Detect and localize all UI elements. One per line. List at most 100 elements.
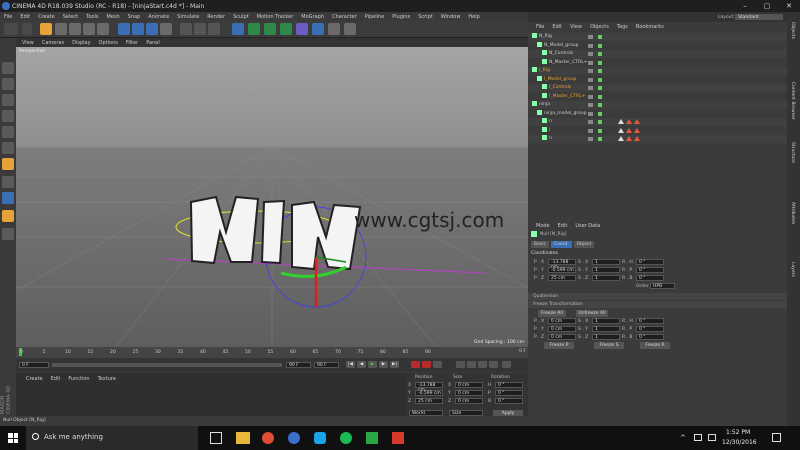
object-row[interactable]: N_Rig <box>528 33 787 41</box>
value-field[interactable]: 1 <box>592 267 620 273</box>
object-row[interactable]: n <box>528 118 787 126</box>
object-row[interactable]: N_Master_CTRL+ <box>528 58 787 67</box>
camtasia-icon[interactable] <box>366 432 378 444</box>
menu-render[interactable]: Render <box>207 14 225 20</box>
object-row[interactable]: I_Rig <box>528 67 787 75</box>
right-tab-structure[interactable]: Structure <box>790 142 795 163</box>
polygons-mode-icon[interactable] <box>2 142 14 154</box>
enabled-check-icon[interactable] <box>598 69 602 73</box>
object-menu-edit[interactable]: Edit <box>552 24 562 30</box>
model-mode-icon[interactable] <box>2 78 14 90</box>
axis-mode-icon[interactable] <box>2 158 14 170</box>
value-field[interactable]: 0 ° <box>636 259 664 265</box>
visibility-dots-icon[interactable] <box>588 60 593 65</box>
close-button[interactable]: ✕ <box>778 0 800 12</box>
value-field[interactable]: 1 <box>592 326 620 332</box>
clock-time[interactable]: 1:52 PM <box>726 429 750 436</box>
enabled-check-icon[interactable] <box>598 77 602 82</box>
viewport-menu-panel[interactable]: Panel <box>146 40 160 46</box>
make-editable-icon[interactable] <box>2 62 14 74</box>
value-field[interactable]: -0.599 cm <box>548 267 576 273</box>
move-icon[interactable] <box>55 23 67 35</box>
object-row[interactable]: ninja_model_group <box>528 109 787 118</box>
viewport-menu-options[interactable]: Options <box>99 40 118 46</box>
edges-mode-icon[interactable] <box>2 126 14 138</box>
coord-value-field[interactable]: 0 cm <box>455 382 483 388</box>
y-axis-lock-icon[interactable] <box>132 23 144 35</box>
menu-sculpt[interactable]: Sculpt <box>233 14 249 20</box>
timeline-menu-icon[interactable] <box>502 361 511 368</box>
enabled-check-icon[interactable] <box>598 52 602 56</box>
enabled-check-icon[interactable] <box>598 137 602 141</box>
tag-icon[interactable] <box>634 119 640 124</box>
task-view-icon[interactable] <box>210 432 222 444</box>
preview-range-slider[interactable] <box>52 363 282 367</box>
maximize-button[interactable]: ▢ <box>756 0 778 12</box>
render-view-icon[interactable] <box>180 23 192 35</box>
menu-file[interactable]: File <box>4 14 12 20</box>
file-explorer-icon[interactable] <box>236 432 250 444</box>
enabled-check-icon[interactable] <box>598 94 602 99</box>
visibility-dots-icon[interactable] <box>588 94 593 99</box>
autokey-icon[interactable] <box>422 361 431 368</box>
go-to-end-button[interactable]: ▶| <box>390 361 399 368</box>
tag-icon[interactable] <box>618 127 624 133</box>
spotify-icon[interactable] <box>340 432 352 444</box>
keyframe-selection-icon[interactable] <box>433 361 442 368</box>
value-field[interactable]: 25 cm <box>548 275 576 281</box>
value-field[interactable]: 1 <box>592 334 620 340</box>
freeze-all-button[interactable]: Freeze All <box>538 310 566 317</box>
redo-button[interactable] <box>22 23 32 35</box>
network-icon[interactable] <box>694 434 702 441</box>
visibility-dots-icon[interactable] <box>588 86 593 90</box>
next-frame-button[interactable]: ▶ <box>379 361 388 368</box>
enabled-check-icon[interactable] <box>598 128 602 133</box>
render-settings-icon[interactable] <box>208 23 220 35</box>
bend-icon[interactable] <box>296 23 308 35</box>
material-menu-texture[interactable]: Texture <box>98 376 116 382</box>
perspective-viewport[interactable]: www.cgtsj.com Perspective Grid Spacing :… <box>16 47 528 347</box>
tag-icon[interactable] <box>626 119 632 124</box>
live-selection-icon[interactable] <box>40 23 52 35</box>
attribute-menu-edit[interactable]: Edit <box>558 223 568 229</box>
scale-key-icon[interactable] <box>467 361 476 368</box>
cube-icon[interactable] <box>232 23 244 35</box>
subdivision-icon[interactable] <box>264 23 276 35</box>
object-row[interactable]: N_Model_group <box>528 41 787 50</box>
position-key-icon[interactable] <box>456 361 465 368</box>
tab-coord[interactable]: Coord. <box>550 241 572 248</box>
lock-workplane-icon[interactable] <box>2 228 14 240</box>
viewport-menu-view[interactable]: View <box>22 40 34 46</box>
right-tab-objects[interactable]: Objects <box>790 22 795 39</box>
menu-mesh[interactable]: Mesh <box>106 14 119 20</box>
value-field[interactable]: 1 <box>592 318 620 324</box>
coord-value-field[interactable]: 0 cm <box>455 390 483 396</box>
material-menu-edit[interactable]: Edit <box>51 376 61 382</box>
viewport-menu-cameras[interactable]: Cameras <box>42 40 64 46</box>
attribute-menu-mode[interactable]: Mode <box>536 223 550 229</box>
enabled-check-icon[interactable] <box>598 111 602 116</box>
value-field[interactable]: 0 ° <box>636 334 664 340</box>
rotate-icon[interactable] <box>83 23 95 35</box>
start-frame-field[interactable]: 0 F <box>19 362 49 368</box>
value-field[interactable]: 1 <box>592 275 620 281</box>
value-field[interactable]: 0 cm <box>548 318 576 324</box>
points-mode-icon[interactable] <box>2 110 14 122</box>
coord-value-field[interactable]: 0 cm <box>455 398 483 404</box>
param-key-icon[interactable] <box>489 361 498 368</box>
visibility-dots-icon[interactable] <box>588 120 593 124</box>
tab-object[interactable]: Object <box>573 241 595 248</box>
texture-mode-icon[interactable] <box>2 94 14 106</box>
visibility-dots-icon[interactable] <box>588 52 593 56</box>
object-menu-bookmarks[interactable]: Bookmarks <box>636 24 664 30</box>
order-select[interactable]: HPB <box>650 283 675 289</box>
coord-value-field[interactable]: 0 ° <box>495 390 523 396</box>
value-field[interactable]: 0 ° <box>636 275 664 281</box>
object-row[interactable]: I_Controls <box>528 84 787 92</box>
scale-icon[interactable] <box>69 23 81 35</box>
array-icon[interactable] <box>280 23 292 35</box>
visibility-dots-icon[interactable] <box>588 35 593 39</box>
floor-icon[interactable] <box>312 23 324 35</box>
menu-character[interactable]: Character <box>332 14 357 20</box>
go-to-start-button[interactable]: |◀ <box>346 361 355 368</box>
